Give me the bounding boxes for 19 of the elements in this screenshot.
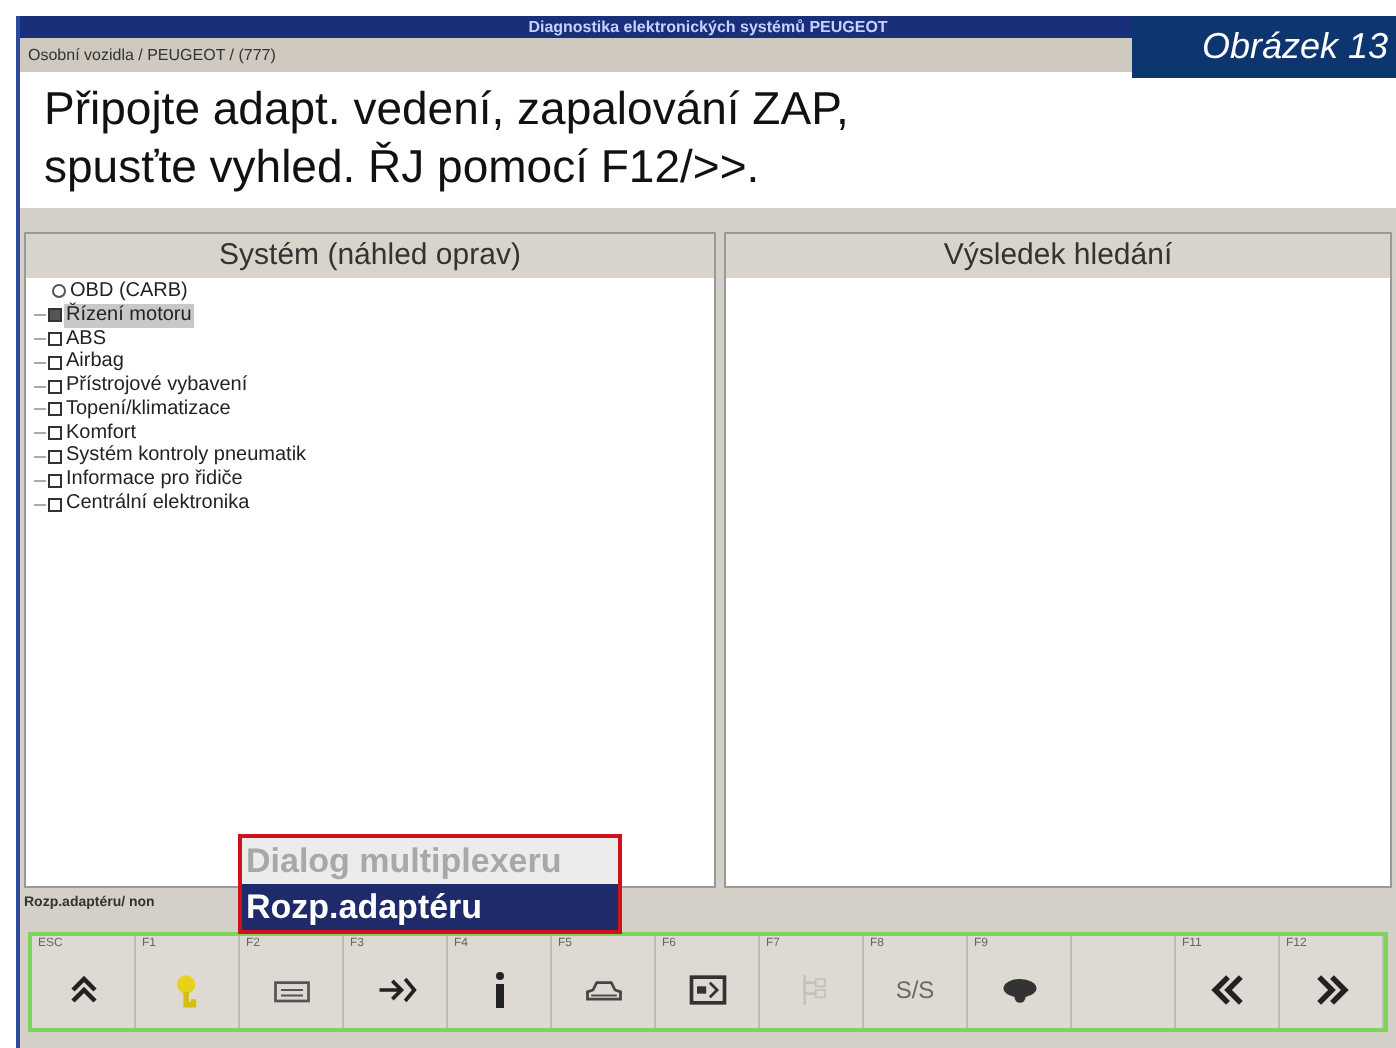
tree-item[interactable]: Přístrojové vybavení (64, 374, 250, 399)
breadcrumb: Osobní vozidla / PEUGEOT / (777) (28, 43, 276, 67)
tree-item[interactable]: Komfort (64, 421, 139, 446)
tree-item[interactable]: Řízení motoru (64, 303, 194, 328)
menu-item[interactable]: Rozp.adaptéru (242, 884, 618, 930)
tree-item[interactable]: Topení/klimatizace (64, 397, 233, 422)
tree-item[interactable]: ABS (64, 327, 109, 351)
tree-item[interactable]: Centrální elektronika (64, 492, 252, 517)
key-text: S/S (895, 974, 935, 1008)
tree-item[interactable]: Informace pro řidiče (64, 468, 245, 493)
panel-title: Výsledek hledání (943, 235, 1173, 276)
tree-item[interactable]: OBD (CARB) (68, 279, 190, 304)
panel-title: Systém (náhled oprav) (219, 235, 521, 276)
tree-item[interactable]: Systém kontroly pneumatik (64, 444, 309, 469)
window-title: Diagnostika elektronických systémů PEUGEOT (528, 19, 888, 35)
info-icon (493, 970, 505, 1010)
instruction-text: Připojte adapt. vedení, zapalování ZAP, spusťte vyhled. ŘJ pomocí F12/>>. (44, 80, 851, 196)
tree-item[interactable]: Airbag (64, 350, 126, 375)
figure-caption: Obrázek 13 (1201, 24, 1388, 70)
